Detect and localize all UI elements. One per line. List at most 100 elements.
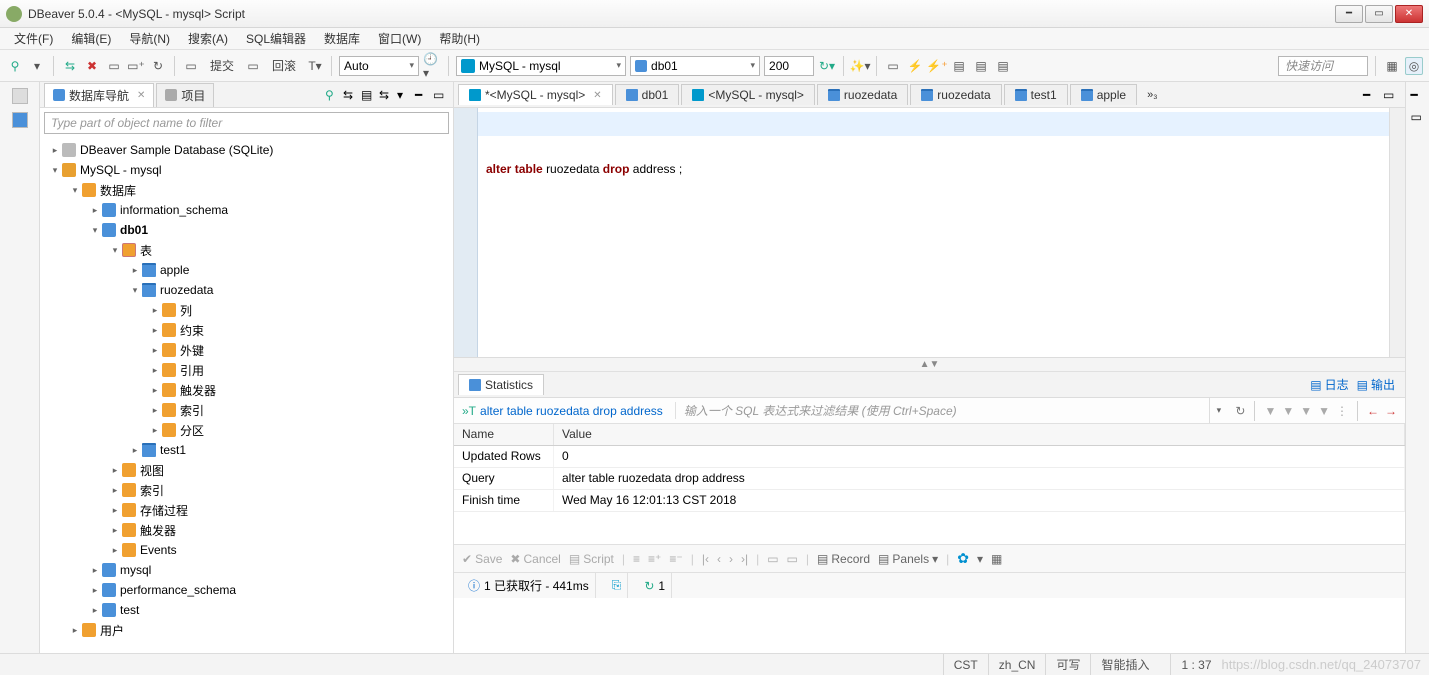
tree-node-test-db[interactable]: ▸test [40,600,453,620]
connection-select[interactable]: MySQL - mysql▾ [456,56,626,76]
sql-editor-new-icon[interactable]: ▭⁺ [127,57,145,75]
editor-tab[interactable]: ruozedata [910,84,1001,105]
menu-database[interactable]: 数据库 [318,28,366,49]
editor-tab[interactable]: apple [1070,84,1137,105]
close-button[interactable]: ✕ [1395,5,1423,23]
grid-view-icon[interactable]: ▦ [991,552,1002,566]
table-row[interactable]: Queryalter table ruozedata drop address [454,468,1405,490]
navigator-filter-input[interactable]: Type part of object name to filter [44,112,449,134]
navigator-tree[interactable]: ▸DBeaver Sample Database (SQLite) ▾MySQL… [40,138,453,653]
gear-icon[interactable]: ✿ [957,550,969,567]
tree-node-indexes[interactable]: ▸索引 [40,480,453,500]
database-select[interactable]: db01▾ [630,56,760,76]
filter-expression-input[interactable]: 输入一个 SQL 表达式来过滤结果 (使用 Ctrl+Space) [675,402,1210,419]
gutter-icon[interactable] [12,112,28,128]
tree-node-info-schema[interactable]: ▸information_schema [40,200,453,220]
new-connection-icon[interactable]: ⚲ [6,57,24,75]
tree-node-fkeys[interactable]: ▸外键 [40,340,453,360]
close-icon[interactable]: ✕ [593,90,601,101]
down-icon[interactable]: ▾ [397,88,411,102]
sql-editor-icon[interactable]: ▭ [105,57,123,75]
last-icon[interactable]: ›| [741,552,748,566]
editor-tab[interactable]: db01 [615,84,680,105]
tree-node-ruozedata[interactable]: ▾ruozedata [40,280,453,300]
editor-tab[interactable]: ruozedata [817,84,908,105]
menu-file[interactable]: 文件(F) [8,28,59,49]
filter-history-dropdown[interactable]: ▾ [1209,398,1227,423]
edit-icon[interactable]: ≡ [633,552,640,566]
minimize-view-icon[interactable]: ━ [1363,88,1377,102]
dbeaver-perspective-icon[interactable]: ◎ [1405,57,1423,75]
filter-icon[interactable]: ▼ [1300,404,1312,418]
other-tb-icon[interactable]: ▤ [994,57,1012,75]
log-link[interactable]: ▤ 日志 [1310,376,1348,393]
editor-tab[interactable]: <MySQL - mysql> [681,84,815,105]
edit-icon[interactable]: ≡⁺ [648,552,661,566]
tree-node-mysql-db[interactable]: ▸mysql [40,560,453,580]
maximize-button[interactable]: ▭ [1365,5,1393,23]
table-row[interactable]: Updated Rows0 [454,446,1405,468]
next-icon[interactable]: › [729,552,733,566]
abort-icon[interactable]: ▭ [884,57,902,75]
apply-filter-icon[interactable]: ↻ [1235,404,1245,418]
tree-node-mysql-conn[interactable]: ▾MySQL - mysql [40,160,453,180]
tree-node-views[interactable]: ▸视图 [40,460,453,480]
rollback-icon[interactable]: ▭ [244,57,262,75]
refresh-icon[interactable]: ↻ [644,579,654,593]
panels-button[interactable]: ▤ Panels ▾ [878,552,938,566]
prev-icon[interactable]: ‹ [717,552,721,566]
copy-icon[interactable]: ⎘ [612,578,622,593]
tree-node-apple[interactable]: ▸apple [40,260,453,280]
menu-navigate[interactable]: 导航(N) [123,28,176,49]
tree-node-indexes-t[interactable]: ▸索引 [40,400,453,420]
tree-node-sample-db[interactable]: ▸DBeaver Sample Database (SQLite) [40,140,453,160]
commit-icon[interactable]: ▭ [182,57,200,75]
maximize-view-icon[interactable]: ▭ [1383,88,1397,102]
tree-node-test1[interactable]: ▸test1 [40,440,453,460]
record-button[interactable]: ▤ Record [817,552,870,566]
import-icon[interactable]: ▭ [787,552,798,566]
filter-icon[interactable]: ▼ [1282,404,1294,418]
commit-label[interactable]: 提交 [204,55,240,76]
tree-node-databases[interactable]: ▾数据库 [40,180,453,200]
close-icon[interactable]: ✕ [137,90,145,101]
commit-mode-select[interactable]: Auto▾ [339,56,419,76]
scrollbar[interactable] [1389,108,1405,357]
prev-icon[interactable]: ← [1367,404,1379,418]
execute-new-icon[interactable]: ⚡⁺ [928,57,946,75]
filter-icon[interactable]: ▼ [1264,404,1276,418]
sql-editor[interactable]: alter table ruozedata drop address ; [478,108,1389,357]
magic-icon[interactable]: ✨▾ [851,57,869,75]
history-icon[interactable]: 🕘▾ [423,57,441,75]
maximize-icon[interactable]: ▭ [433,88,447,102]
tree-node-events[interactable]: ▸Events [40,540,453,560]
tab-projects[interactable]: 项目 [156,83,214,107]
gear-dropdown-icon[interactable]: ▾ [977,552,983,566]
refresh-icon[interactable]: ↻ [149,57,167,75]
quick-access-input[interactable]: 快速访问 [1278,56,1368,76]
disconnect-icon[interactable]: ✖ [83,57,101,75]
table-row[interactable]: Finish timeWed May 16 12:01:13 CST 2018 [454,490,1405,512]
cancel-button[interactable]: ✖ Cancel [510,552,560,566]
column-header-value[interactable]: Value [554,424,1405,445]
perspective-icon[interactable]: ▦ [1383,57,1401,75]
menu-window[interactable]: 窗口(W) [372,28,427,49]
restore-icon[interactable]: ▭ [1411,110,1425,124]
tree-node-perf-schema[interactable]: ▸performance_schema [40,580,453,600]
result-grid[interactable]: Name Value Updated Rows0 Queryalter tabl… [454,424,1405,544]
execute-script-icon[interactable]: ▤ [950,57,968,75]
editor-tab[interactable]: test1 [1004,84,1068,105]
gutter-icon[interactable] [12,88,28,104]
filter-icon[interactable]: ▤ [361,88,375,102]
tree-node-refs[interactable]: ▸引用 [40,360,453,380]
executed-query-chip[interactable]: »Talter table ruozedata drop address [454,404,671,418]
tree-node-users[interactable]: ▸用户 [40,620,453,640]
connect-icon[interactable]: ⇆ [61,57,79,75]
sash-handle[interactable]: ▲▼ [454,358,1405,372]
menu-help[interactable]: 帮助(H) [433,28,486,49]
tree-node-tables[interactable]: ▾表 [40,240,453,260]
explain-icon[interactable]: ▤ [972,57,990,75]
save-button[interactable]: ✔ Save [462,552,502,566]
column-header-name[interactable]: Name [454,424,554,445]
more-tabs-button[interactable]: »₃ [1143,89,1162,101]
